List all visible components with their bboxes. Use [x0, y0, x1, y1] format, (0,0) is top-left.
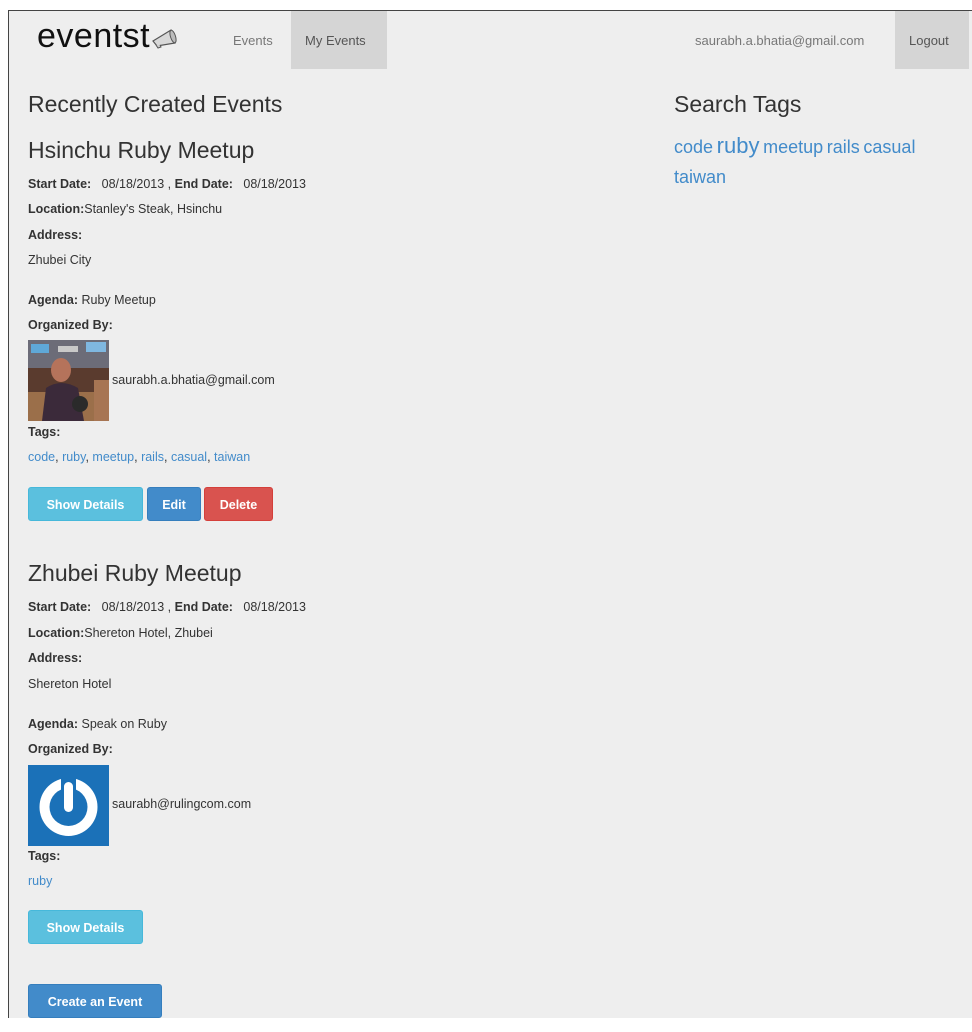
- tag-cloud-item[interactable]: ruby: [717, 133, 760, 158]
- tag-cloud-item[interactable]: taiwan: [674, 167, 726, 187]
- tag-link[interactable]: code: [28, 450, 55, 464]
- tags-label-text: Tags:: [28, 425, 61, 439]
- tag-link[interactable]: taiwan: [214, 450, 250, 464]
- nav-my-events[interactable]: My Events: [291, 11, 387, 69]
- tag-cloud-item[interactable]: code: [674, 137, 713, 157]
- event-location: Location:Stanley's Steak, Hsinchu: [28, 202, 222, 216]
- address-value: Shereton Hotel: [28, 677, 112, 691]
- power-icon: [28, 765, 109, 846]
- tags-label: Tags:: [28, 849, 60, 863]
- tags-label-text: Tags:: [28, 849, 61, 863]
- location-value: Shereton Hotel, Zhubei: [84, 626, 213, 640]
- event-dates: Start Date: 08/18/2013 , End Date: 08/18…: [28, 600, 306, 614]
- megaphone-icon: [152, 28, 177, 49]
- event-agenda: Agenda: Speak on Ruby: [28, 717, 167, 731]
- page-title: Recently Created Events: [28, 91, 283, 117]
- end-date-value: 08/18/2013: [243, 600, 306, 614]
- agenda-value: Ruby Meetup: [81, 293, 156, 307]
- avatar: [28, 765, 109, 846]
- tag-cloud-item[interactable]: casual: [863, 137, 915, 157]
- tag-link[interactable]: ruby: [62, 450, 85, 464]
- organized-by-label: Organized By:: [28, 318, 113, 332]
- create-event-button[interactable]: Create an Event: [28, 984, 162, 1018]
- nav-events[interactable]: Events: [219, 11, 287, 69]
- location-value: Stanley's Steak, Hsinchu: [84, 202, 223, 216]
- start-date-value: 08/18/2013: [101, 600, 165, 614]
- tag-link[interactable]: ruby: [28, 874, 52, 888]
- address-label-text: Address:: [28, 228, 83, 242]
- start-date-label: Start Date:: [28, 600, 92, 614]
- nav-user-email[interactable]: saurabh.a.bhatia@gmail.com: [681, 11, 878, 69]
- search-tags-heading: Search Tags: [674, 91, 802, 117]
- address-label-text: Address:: [28, 651, 83, 665]
- end-date-value: 08/18/2013: [243, 177, 306, 191]
- address-label: Address:: [28, 228, 82, 242]
- organizer-email: saurabh.a.bhatia@gmail.com: [112, 373, 275, 387]
- event-title: Zhubei Ruby Meetup: [28, 560, 242, 586]
- organizer-photo: [28, 340, 109, 421]
- tag-link[interactable]: rails: [141, 450, 164, 464]
- agenda-label: Agenda:: [28, 293, 78, 307]
- tag-cloud-item[interactable]: rails: [827, 137, 860, 157]
- organized-by-label-text: Organized By:: [28, 318, 113, 332]
- show-details-button[interactable]: Show Details: [28, 910, 143, 944]
- start-date-value: 08/18/2013: [101, 177, 165, 191]
- delete-button[interactable]: Delete: [204, 487, 273, 521]
- agenda-label: Agenda:: [28, 717, 78, 731]
- location-label: Location:: [28, 202, 85, 216]
- app-window: eventst Events My Events saurabh.a.bhati…: [8, 10, 972, 1018]
- avatar: [28, 340, 109, 421]
- end-date-label: End Date:: [174, 177, 233, 191]
- tag-link[interactable]: meetup: [92, 450, 134, 464]
- logout-button[interactable]: Logout: [895, 11, 969, 69]
- navbar: eventst Events My Events saurabh.a.bhati…: [9, 11, 972, 69]
- location-label: Location:: [28, 626, 85, 640]
- event-tags: code, ruby, meetup, rails, casual, taiwa…: [28, 450, 251, 464]
- edit-button[interactable]: Edit: [147, 487, 201, 521]
- tags-label: Tags:: [28, 425, 60, 439]
- event-title: Hsinchu Ruby Meetup: [28, 137, 255, 163]
- brand-logo[interactable]: eventst: [37, 17, 179, 56]
- event-tags: ruby: [28, 874, 52, 888]
- organized-by-label: Organized By:: [28, 742, 113, 756]
- organizer-email: saurabh@rulingcom.com: [112, 797, 252, 811]
- tag-link[interactable]: casual: [171, 450, 207, 464]
- event-dates: Start Date: 08/18/2013 , End Date: 08/18…: [28, 177, 306, 191]
- event-location: Location:Shereton Hotel, Zhubei: [28, 626, 213, 640]
- address-label: Address:: [28, 651, 82, 665]
- brand-text: eventst: [37, 17, 151, 55]
- event-agenda: Agenda: Ruby Meetup: [28, 293, 156, 307]
- start-date-label: Start Date:: [28, 177, 92, 191]
- address-value: Zhubei City: [28, 253, 92, 267]
- organized-by-label-text: Organized By:: [28, 742, 113, 756]
- agenda-value: Speak on Ruby: [81, 717, 167, 731]
- tag-cloud-item[interactable]: meetup: [763, 137, 823, 157]
- end-date-label: End Date:: [174, 600, 233, 614]
- show-details-button[interactable]: Show Details: [28, 487, 143, 521]
- tag-cloud: code ruby meetup rails casual taiwan: [674, 131, 964, 193]
